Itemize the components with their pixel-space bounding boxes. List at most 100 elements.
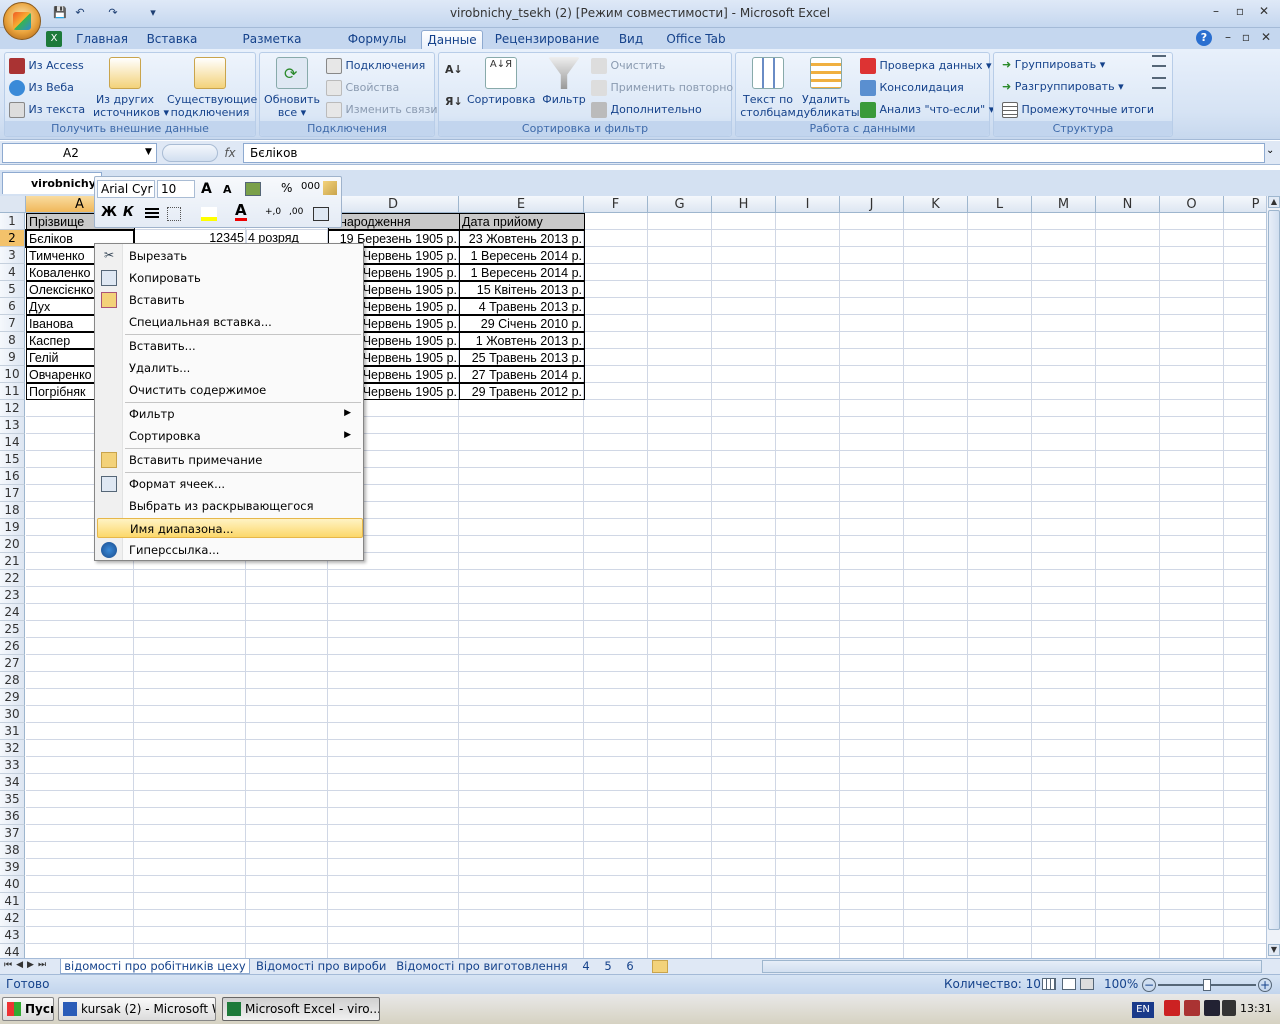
ungroup-button[interactable]: ➜ Разгруппировать ▾: [1002, 80, 1124, 93]
borders-icon[interactable]: [167, 207, 181, 221]
row-header-9[interactable]: 9: [0, 349, 25, 366]
row-header-25[interactable]: 25: [0, 621, 25, 638]
column-header-f[interactable]: F: [584, 196, 648, 213]
tab-page-layout[interactable]: Разметка страницы: [212, 30, 332, 65]
thousands-icon[interactable]: 000: [301, 181, 320, 192]
tab-data[interactable]: Данные: [421, 30, 483, 49]
other-sources-button[interactable]: Из других источников ▾: [93, 57, 169, 119]
page-layout-view-icon[interactable]: [1062, 978, 1076, 990]
vertical-scrollbar[interactable]: ▲ ▼: [1266, 196, 1280, 958]
sheet-tab-1[interactable]: відомості про робітників цеху: [60, 959, 250, 974]
menu-paste[interactable]: Вставить: [125, 290, 361, 310]
row-header-26[interactable]: 26: [0, 638, 25, 655]
group-button[interactable]: ➜ Группировать ▾: [1002, 58, 1105, 71]
name-box[interactable]: A2: [2, 143, 157, 163]
column-header-j[interactable]: J: [840, 196, 904, 213]
maximize-button[interactable]: ▫: [1228, 2, 1252, 20]
menu-format-cells[interactable]: Формат ячеек...: [125, 474, 361, 494]
taskbar-word[interactable]: kursak (2) - Microsoft Word: [58, 997, 216, 1021]
align-center-icon[interactable]: [145, 208, 159, 220]
doc-close-button[interactable]: ✕: [1254, 28, 1278, 46]
scroll-up-icon[interactable]: ▲: [1268, 196, 1280, 208]
minimize-button[interactable]: –: [1204, 2, 1228, 20]
name-box-dropdown-icon[interactable]: ▼: [145, 147, 152, 157]
row-header-41[interactable]: 41: [0, 893, 25, 910]
cell-D1[interactable]: к народження: [328, 213, 460, 230]
document-tab[interactable]: virobnichy_: [2, 172, 102, 194]
connections-button[interactable]: Подключения: [326, 58, 425, 74]
horizontal-scrollbar[interactable]: [762, 960, 1262, 973]
properties-button[interactable]: Свойства: [326, 80, 399, 96]
cell-E1[interactable]: Дата прийому: [459, 213, 585, 230]
row-header-5[interactable]: 5: [0, 281, 25, 298]
menu-filter[interactable]: Фильтр: [125, 404, 361, 424]
tray-volume-icon[interactable]: [1222, 1000, 1236, 1016]
column-header-h[interactable]: H: [712, 196, 776, 213]
row-header-32[interactable]: 32: [0, 740, 25, 757]
menu-insert-comment[interactable]: Вставить примечание: [125, 450, 361, 470]
row-header-2[interactable]: 2: [0, 230, 25, 247]
menu-insert[interactable]: Вставить...: [125, 336, 361, 356]
office-button[interactable]: [3, 2, 41, 40]
refresh-all-button[interactable]: ⟳ Обновить все ▾: [262, 57, 322, 119]
tab-formulas[interactable]: Формулы: [342, 30, 412, 49]
insert-function-icon[interactable]: fx: [220, 144, 240, 162]
sheet-tab-3[interactable]: Відомості про виготовлення: [394, 959, 570, 974]
sort-za-icon[interactable]: Я↓: [445, 95, 463, 108]
menu-hyperlink[interactable]: Гиперссылка...: [125, 540, 361, 560]
increase-decimal-icon[interactable]: +,0: [265, 207, 281, 217]
cell-E7[interactable]: 29 Січень 2010 р.: [459, 315, 585, 332]
menu-pick-from-list[interactable]: Выбрать из раскрывающегося списка...: [125, 496, 361, 533]
tray-shield-icon[interactable]: [1184, 1000, 1200, 1016]
column-header-n[interactable]: N: [1096, 196, 1160, 213]
row-header-31[interactable]: 31: [0, 723, 25, 740]
row-header-33[interactable]: 33: [0, 757, 25, 774]
row-header-6[interactable]: 6: [0, 298, 25, 315]
font-color-icon[interactable]: A: [235, 203, 247, 221]
column-header-o[interactable]: O: [1160, 196, 1224, 213]
page-break-view-icon[interactable]: [1080, 978, 1094, 990]
show-detail-icon[interactable]: [1152, 55, 1166, 67]
cell-E10[interactable]: 27 Травень 2014 р.: [459, 366, 585, 383]
formula-bar-splitter[interactable]: [162, 144, 218, 162]
row-header-12[interactable]: 12: [0, 400, 25, 417]
shrink-font-icon[interactable]: A: [223, 183, 232, 196]
tab-review[interactable]: Рецензирование: [492, 30, 602, 49]
from-access-button[interactable]: Из Access: [9, 58, 84, 74]
column-header-i[interactable]: I: [776, 196, 840, 213]
sheet-nav-icons[interactable]: ⏮◀▶⏭: [4, 960, 50, 970]
row-header-14[interactable]: 14: [0, 434, 25, 451]
zoom-in-icon[interactable]: +: [1258, 978, 1272, 992]
format-painter-icon[interactable]: [323, 181, 337, 195]
row-header-13[interactable]: 13: [0, 417, 25, 434]
select-all-corner[interactable]: [0, 196, 26, 213]
menu-copy[interactable]: Копировать: [125, 268, 361, 288]
row-header-29[interactable]: 29: [0, 689, 25, 706]
row-header-11[interactable]: 11: [0, 383, 25, 400]
hide-detail-icon[interactable]: [1152, 77, 1166, 89]
column-header-l[interactable]: L: [968, 196, 1032, 213]
row-header-17[interactable]: 17: [0, 485, 25, 502]
cell-E5[interactable]: 15 Квітень 2013 р.: [459, 281, 585, 298]
row-header-16[interactable]: 16: [0, 468, 25, 485]
row-header-35[interactable]: 35: [0, 791, 25, 808]
column-header-g[interactable]: G: [648, 196, 712, 213]
start-button[interactable]: Пуск: [2, 997, 54, 1021]
cell-E9[interactable]: 25 Травень 2013 р.: [459, 349, 585, 366]
font-size-combo[interactable]: 10: [157, 180, 195, 198]
normal-view-icon[interactable]: [1042, 978, 1056, 990]
row-header-3[interactable]: 3: [0, 247, 25, 264]
expand-formula-bar-icon[interactable]: ⌄: [1266, 145, 1274, 156]
column-header-k[interactable]: K: [904, 196, 968, 213]
clear-filter-button[interactable]: Очистить: [591, 58, 665, 74]
tab-view[interactable]: Вид: [612, 30, 650, 49]
sheet-tab-5[interactable]: 5: [598, 959, 618, 974]
from-text-button[interactable]: Из текста: [9, 102, 85, 118]
tab-office-tab[interactable]: Office Tab: [660, 30, 732, 49]
row-header-44[interactable]: 44: [0, 944, 25, 958]
column-header-d[interactable]: D: [328, 196, 459, 213]
row-header-1[interactable]: 1: [0, 213, 25, 230]
row-header-37[interactable]: 37: [0, 825, 25, 842]
row-header-36[interactable]: 36: [0, 808, 25, 825]
tray-antivirus-icon[interactable]: [1164, 1000, 1180, 1016]
